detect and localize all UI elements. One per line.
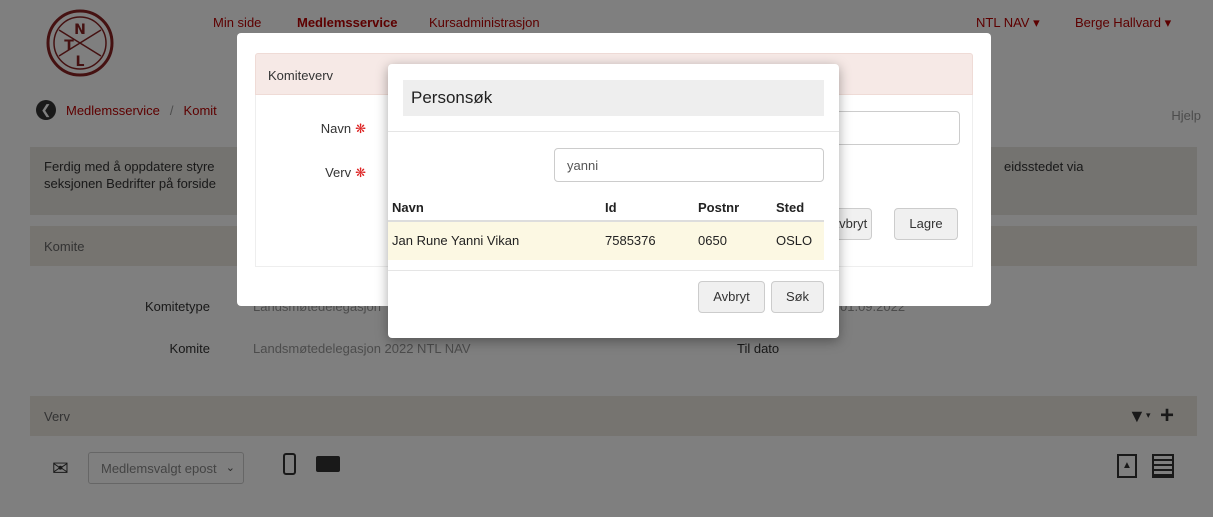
komiteverv-save-button[interactable]: Lagre xyxy=(894,208,958,240)
column-header-postnr[interactable]: Postnr xyxy=(698,200,739,215)
required-asterisk-icon: ❋ xyxy=(355,165,366,180)
cell-postnr: 0650 xyxy=(698,233,727,248)
header-divider xyxy=(388,131,839,132)
verv-field-label: Verv ❋ xyxy=(256,165,366,181)
person-search-value: yanni xyxy=(567,158,599,173)
footer-divider xyxy=(388,270,839,271)
komiteverv-title: Komiteverv xyxy=(268,68,334,83)
required-asterisk-icon: ❋ xyxy=(355,121,366,136)
column-header-id[interactable]: Id xyxy=(605,200,617,215)
cell-sted: OSLO xyxy=(776,233,813,248)
personsok-title: Personsøk xyxy=(411,88,493,107)
table-row[interactable]: Jan Rune Yanni Vikan 7585376 0650 OSLO xyxy=(388,222,824,260)
column-header-sted[interactable]: Sted xyxy=(776,200,804,215)
personsok-header: Personsøk xyxy=(403,80,824,116)
verv-label-text: Verv xyxy=(325,165,352,180)
navn-label-text: Navn xyxy=(320,121,352,136)
personsok-cancel-button[interactable]: Avbryt xyxy=(698,281,765,313)
person-search-input[interactable]: yanni xyxy=(554,148,824,182)
navn-field-label: Navn ❋ xyxy=(256,121,366,137)
cell-navn: Jan Rune Yanni Vikan xyxy=(392,233,520,248)
cell-id: 7585376 xyxy=(605,233,656,248)
personsok-modal: Personsøk yanni Navn Id Postnr Sted Jan … xyxy=(388,64,839,338)
personsok-search-button[interactable]: Søk xyxy=(771,281,824,313)
column-header-navn[interactable]: Navn xyxy=(392,200,424,215)
navn-input[interactable] xyxy=(820,111,960,145)
